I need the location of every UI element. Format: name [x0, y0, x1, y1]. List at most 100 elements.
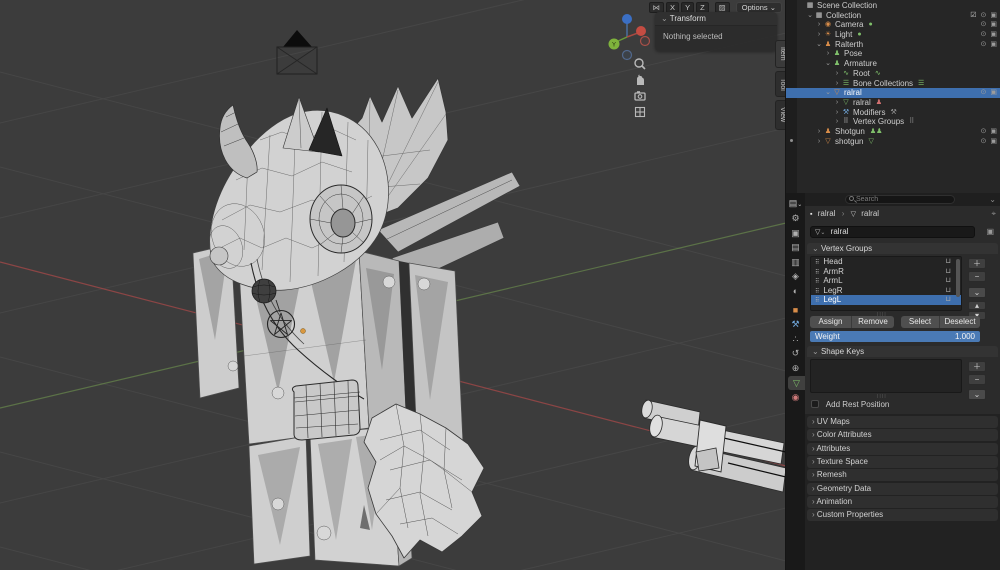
camera-toggle-icon[interactable]: ▣	[986, 20, 997, 30]
assign-button[interactable]: Assign	[810, 316, 852, 328]
section-attributes[interactable]: Attributes	[807, 442, 998, 455]
outliner-row-modifiers[interactable]: › ⚒ Modifiers ⚒	[797, 108, 1000, 118]
properties-tab-modifiers[interactable]: ⚒	[786, 317, 805, 331]
weight-slider[interactable]: Weight 1.000	[810, 331, 980, 342]
vertex-group-row-legl[interactable]: ⠿ LegL ⊔	[811, 295, 961, 305]
expander-icon[interactable]: ›	[815, 137, 823, 147]
sk-remove-button[interactable]: −	[968, 374, 986, 385]
eye-toggle-icon[interactable]: ⊙	[977, 30, 987, 40]
vg-move-up-button[interactable]: ▴	[968, 301, 986, 310]
expander-icon[interactable]: ⌄	[824, 59, 832, 69]
properties-tab-output[interactable]: ▤	[786, 240, 805, 254]
camera-toggle-icon[interactable]: ▣	[986, 11, 997, 21]
sk-add-button[interactable]: ＋	[968, 361, 986, 372]
deselect-button[interactable]: Deselect	[940, 316, 980, 328]
section-color-attributes[interactable]: Color Attributes	[807, 429, 998, 442]
filter-icon[interactable]: ⌄	[989, 195, 996, 204]
properties-tab-material[interactable]: ◉	[786, 390, 805, 404]
properties-tab-render[interactable]: ▣	[786, 226, 805, 240]
options-dropdown[interactable]: Options ⌄	[735, 1, 782, 13]
ortho-grid-icon[interactable]	[633, 105, 647, 119]
section-geometry-data[interactable]: Geometry Data	[807, 482, 998, 495]
gizmo-z-axis[interactable]	[622, 14, 632, 24]
camera-toggle-icon[interactable]: ▣	[986, 127, 997, 137]
vg-specials-menu[interactable]: ⌄	[968, 287, 986, 298]
select-button[interactable]: Select	[901, 316, 940, 328]
outliner-row-shotgun[interactable]: › ♟ Shotgun ♟♟ ⊙ ▣	[797, 127, 1000, 137]
expander-icon[interactable]: ›	[833, 98, 841, 108]
eye-toggle-icon[interactable]: ⊙	[977, 40, 987, 50]
gizmo-x-axis[interactable]	[636, 26, 646, 36]
outliner-row-armature[interactable]: ⌄ ♟ Armature	[797, 59, 1000, 69]
vertex-groups-scrollbar[interactable]	[956, 259, 960, 297]
properties-tab-object-data[interactable]: ▽	[788, 375, 805, 390]
section-custom-properties[interactable]: Custom Properties	[807, 509, 998, 522]
properties-tab-particles[interactable]: ∴	[786, 332, 805, 346]
lock-open-icon[interactable]: ⊔	[946, 276, 951, 286]
lock-open-icon[interactable]: ⊔	[946, 267, 951, 277]
mirror-x-button[interactable]: X	[666, 1, 680, 13]
gizmo-x-neg-axis[interactable]	[639, 35, 651, 47]
lock-open-icon[interactable]: ⊔	[946, 295, 951, 305]
sk-specials-menu[interactable]: ⌄	[968, 389, 986, 400]
outliner-row-bone-collections[interactable]: › ☰ Bone Collections ☰	[797, 79, 1000, 89]
eye-toggle-icon[interactable]: ⊙	[977, 127, 987, 137]
properties-tab-tool[interactable]: ⚙	[786, 211, 805, 225]
properties-tab-scene[interactable]: ◈	[786, 269, 805, 283]
expander-icon[interactable]: ›	[833, 108, 841, 118]
vertex-group-row-head[interactable]: ⠿ Head ⊔	[811, 257, 961, 267]
camera-object[interactable]	[276, 30, 318, 75]
section-uv-maps[interactable]: UV Maps	[807, 416, 998, 428]
shotgun-object[interactable]	[640, 399, 786, 493]
vertex-group-row-arml[interactable]: ⠿ ArmL ⊔	[811, 276, 961, 286]
lock-open-icon[interactable]: ⊔	[946, 257, 951, 267]
editor-type-selector[interactable]: ▤⌄	[786, 196, 805, 210]
section-remesh[interactable]: Remesh	[807, 469, 998, 482]
eye-toggle-icon[interactable]: ⊙	[977, 20, 987, 30]
expander-icon[interactable]: ›	[815, 20, 823, 30]
vertex-group-row-armr[interactable]: ⠿ ArmR ⊔	[811, 267, 961, 277]
outliner-row-ralral[interactable]: ⌄ ▽ ralral ⊙ ▣	[786, 88, 1000, 98]
outliner-row-scene-collection[interactable]: ▦ Scene Collection	[797, 1, 1000, 11]
breadcrumb-data[interactable]: ralral	[858, 209, 879, 218]
eye-toggle-icon[interactable]: ⊙	[977, 11, 987, 21]
properties-tab-constraints[interactable]: ⊕	[786, 361, 805, 375]
expander-icon[interactable]: ›	[815, 127, 823, 137]
expander-icon[interactable]: ⌄	[824, 88, 832, 98]
outliner-row-light[interactable]: › ☀ Light ● ⊙ ▣	[797, 30, 1000, 40]
properties-tab-world[interactable]: ◐	[786, 284, 805, 298]
shape-keys-header[interactable]: Shape Keys	[807, 346, 998, 357]
pin-icon[interactable]: ⌖	[991, 206, 996, 222]
outliner-row-camera[interactable]: › ◉ Camera ● ⊙ ▣	[797, 20, 1000, 30]
expander-icon[interactable]: ›	[815, 30, 823, 40]
breadcrumb-object[interactable]: ralral	[815, 209, 836, 218]
shield-icon[interactable]: ▣	[986, 227, 994, 236]
viewport-3d[interactable]: ⋈ X Y Z ▨ Options ⌄ Transform Nothing se…	[0, 0, 786, 570]
lock-open-icon[interactable]: ⊔	[946, 286, 951, 296]
vertex-groups-header[interactable]: Vertex Groups	[807, 243, 998, 254]
outliner-row-pose[interactable]: › ♟ Pose	[797, 49, 1000, 59]
properties-tab-object[interactable]: ■	[786, 303, 805, 317]
outliner-row-shotgun[interactable]: › ▽ shotgun ▽ ⊙ ▣	[797, 137, 1000, 147]
expander-icon[interactable]: ›	[833, 117, 841, 127]
character-model[interactable]	[192, 77, 521, 567]
outliner-row-collection[interactable]: ⌄ ▦ Collection ☑ ⊙ ▣	[797, 11, 1000, 21]
outliner-row-ralral[interactable]: › ▽ ralral ♟	[797, 98, 1000, 108]
eye-toggle-icon[interactable]: ⊙	[977, 88, 987, 98]
search-input[interactable]: Search	[845, 195, 955, 204]
outliner-row-ralterth[interactable]: ⌄ ♟ Ralterth ⊙ ▣	[797, 40, 1000, 50]
snap-icon[interactable]: ▨	[714, 1, 730, 13]
outliner-row-root[interactable]: › ∿ Root ∿	[797, 69, 1000, 79]
section-texture-space[interactable]: Texture Space	[807, 455, 998, 468]
expander-icon[interactable]: ⌄	[806, 11, 814, 21]
checkbox-toggle-icon[interactable]: ☑	[966, 11, 976, 21]
mirror-z-button[interactable]: Z	[696, 1, 709, 13]
properties-tab-view-layer[interactable]: ▥	[786, 255, 805, 269]
camera-toggle-icon[interactable]: ▣	[986, 137, 997, 147]
mirror-y-button[interactable]: Y	[681, 1, 695, 13]
camera-view-icon[interactable]	[633, 89, 647, 103]
mesh-name-field[interactable]: ▽⌄ ralral	[810, 226, 975, 238]
camera-toggle-icon[interactable]: ▣	[986, 88, 997, 98]
expander-icon[interactable]: ⌄	[815, 40, 823, 50]
section-animation[interactable]: Animation	[807, 495, 998, 508]
